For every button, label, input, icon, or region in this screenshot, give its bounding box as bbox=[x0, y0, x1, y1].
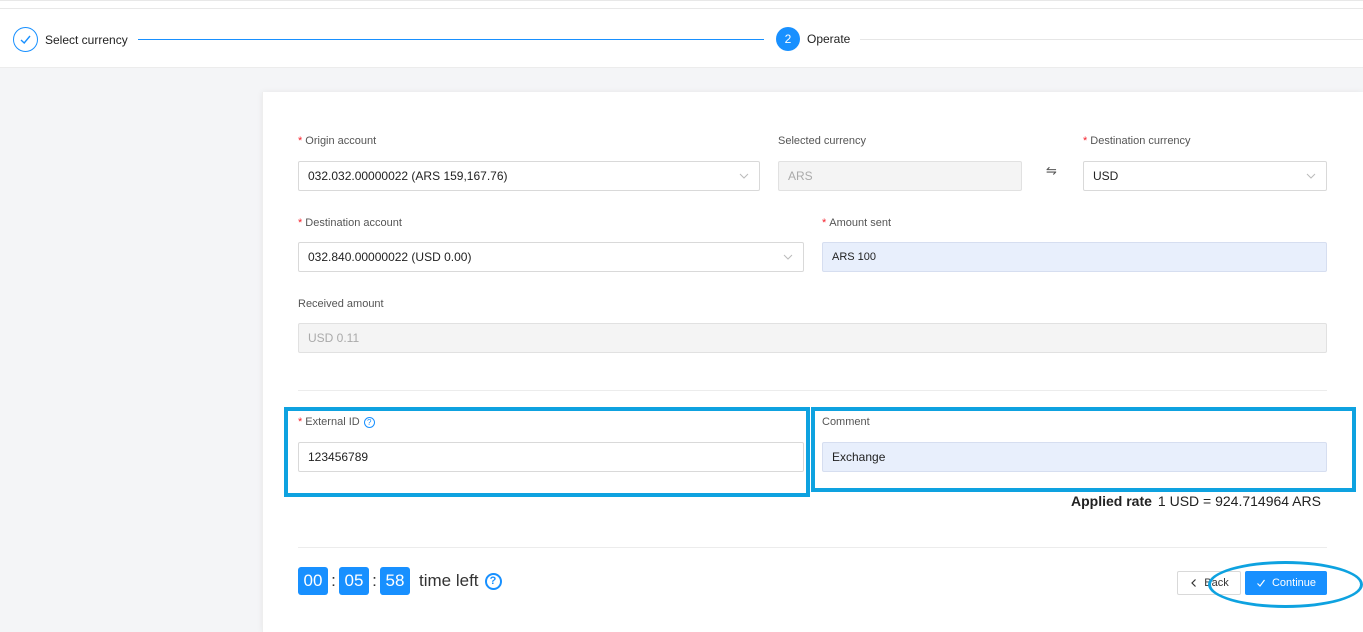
chevron-left-icon bbox=[1191, 579, 1197, 587]
destination-account-select[interactable]: 032.840.00000022 (USD 0.00) bbox=[298, 242, 804, 272]
destination-currency-select[interactable]: USD bbox=[1083, 161, 1327, 191]
top-divider bbox=[0, 8, 1363, 9]
footer-divider bbox=[298, 547, 1327, 548]
applied-rate-label: Applied rate bbox=[1071, 493, 1152, 509]
timer-seconds: 58 bbox=[380, 567, 410, 595]
continue-highlight bbox=[1208, 561, 1363, 608]
origin-account-value: 032.032.00000022 (ARS 159,167.76) bbox=[308, 169, 508, 183]
chevron-down-icon bbox=[783, 254, 793, 260]
step-select-currency[interactable]: Select currency bbox=[13, 27, 128, 52]
selected-currency-field: ARS bbox=[778, 161, 1022, 191]
timer-hours: 00 bbox=[298, 567, 328, 595]
destination-currency-value: USD bbox=[1093, 169, 1119, 183]
selected-currency-value: ARS bbox=[788, 169, 813, 183]
timer-separator: : bbox=[372, 571, 377, 590]
help-icon[interactable]: ? bbox=[484, 572, 502, 590]
comment-highlight bbox=[811, 407, 1356, 492]
received-amount-value: USD 0.11 bbox=[308, 331, 360, 345]
step-number: 2 bbox=[776, 27, 800, 51]
origin-account-select[interactable]: 032.032.00000022 (ARS 159,167.76) bbox=[298, 161, 760, 191]
section-divider bbox=[298, 390, 1327, 391]
step-connector-pending bbox=[860, 39, 1363, 40]
external-id-highlight bbox=[284, 407, 810, 497]
swap-icon[interactable]: ⇋ bbox=[1046, 163, 1057, 179]
timer-separator: : bbox=[331, 571, 336, 590]
step-operate: 2 Operate bbox=[776, 27, 850, 51]
applied-rate: Applied rate 1 USD = 924.714964 ARS bbox=[1071, 493, 1321, 509]
destination-currency-label: * Destination currency bbox=[1083, 135, 1191, 147]
timer-label: time left bbox=[419, 571, 479, 590]
applied-rate-value: 1 USD = 924.714964 ARS bbox=[1157, 493, 1321, 509]
destination-account-value: 032.840.00000022 (USD 0.00) bbox=[308, 250, 472, 264]
step-label: Operate bbox=[807, 32, 851, 46]
amount-sent-label: * Amount sent bbox=[822, 217, 892, 229]
received-amount-label: Received amount bbox=[298, 298, 384, 310]
amount-sent-input[interactable]: ARS 100 bbox=[822, 242, 1327, 272]
origin-account-label: * Origin account bbox=[298, 135, 377, 147]
chevron-down-icon bbox=[739, 173, 749, 179]
destination-account-label: * Destination account bbox=[298, 217, 402, 229]
step-label: Select currency bbox=[45, 32, 128, 47]
chevron-down-icon bbox=[1306, 173, 1316, 179]
selected-currency-label: Selected currency bbox=[778, 135, 867, 147]
steps-bar: Select currency 2 Operate bbox=[0, 0, 1363, 68]
amount-sent-value: ARS 100 bbox=[832, 251, 877, 263]
timer-minutes: 05 bbox=[339, 567, 369, 595]
received-amount-field: USD 0.11 bbox=[298, 323, 1327, 353]
check-icon bbox=[13, 27, 38, 52]
countdown-timer: 00 : 05 : 58 time left ? bbox=[298, 567, 502, 595]
step-connector-done bbox=[138, 39, 764, 40]
